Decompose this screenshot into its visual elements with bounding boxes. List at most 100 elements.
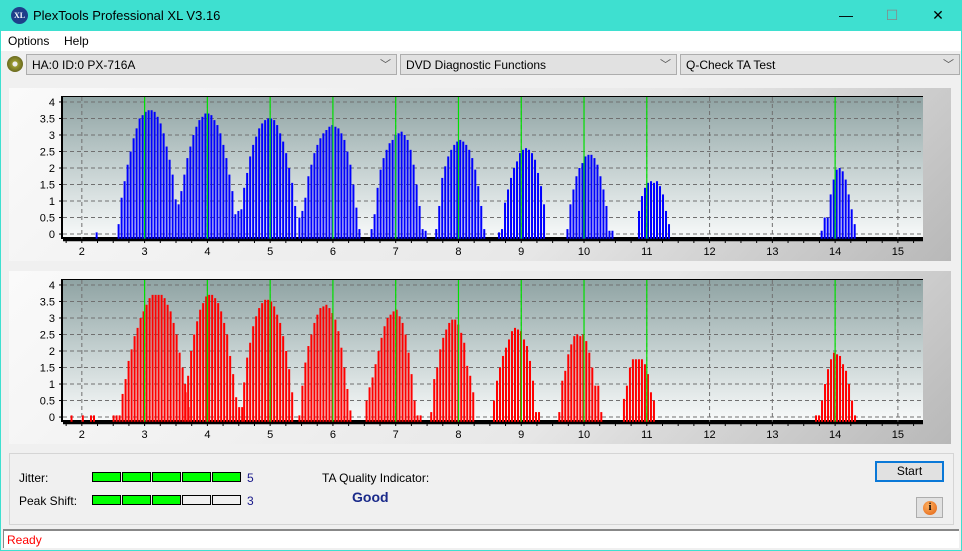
histogram-bar <box>389 314 392 422</box>
histogram-bar <box>844 179 847 239</box>
histogram-bar <box>824 384 827 422</box>
histogram-bar <box>829 194 832 239</box>
histogram-bar <box>400 131 403 239</box>
histogram-bar <box>70 415 73 422</box>
histogram-bar <box>370 229 373 239</box>
histogram-bar <box>175 334 178 422</box>
x-tick-label: 7 <box>393 429 399 441</box>
test-select[interactable]: Q-Check TA Test ﹀ <box>680 54 960 75</box>
histogram-bar <box>409 149 412 239</box>
histogram-bar <box>178 352 181 422</box>
histogram-bar <box>368 387 371 422</box>
histogram-bar <box>430 412 433 422</box>
histogram-bar <box>416 415 419 422</box>
histogram-bar <box>531 153 534 239</box>
histogram-bar <box>379 169 382 239</box>
histogram-bar <box>602 189 605 239</box>
histogram-bar <box>468 149 471 239</box>
y-tick-label: 2 <box>49 346 55 358</box>
histogram-bar <box>343 139 346 239</box>
maximize-button[interactable]: ☐ <box>869 0 915 31</box>
meter-segment <box>212 495 241 505</box>
histogram-bar <box>159 123 162 239</box>
histogram-bar <box>516 161 519 239</box>
histogram-bar <box>126 164 129 239</box>
histogram-bar <box>136 327 139 422</box>
histogram-bar <box>246 357 249 422</box>
x-tick-label: 9 <box>518 429 524 441</box>
groove-chart: 0 0.5 1 1.5 2 2.5 3 3.5 4 2 3 4 5 6 7 8 9 10 11 12 13 14 15 <box>9 271 951 444</box>
histogram-bar <box>112 415 115 422</box>
menu-options[interactable]: Options <box>8 34 49 48</box>
histogram-bar <box>510 177 513 239</box>
histogram-bar <box>608 230 611 239</box>
histogram-bar <box>124 379 127 422</box>
histogram-bar <box>421 229 424 239</box>
histogram-bar <box>572 189 575 239</box>
histogram-bar <box>406 139 409 239</box>
ta-quality-value: Good <box>352 489 389 505</box>
histogram-bar <box>656 181 659 239</box>
histogram-bar <box>576 334 579 422</box>
histogram-bar <box>385 149 388 239</box>
histogram-bar <box>625 385 628 422</box>
histogram-bar <box>628 367 631 422</box>
x-tick-label: 11 <box>641 246 652 258</box>
land-chart: 0 0.5 1 1.5 2 2.5 3 3.5 4 2 3 4 5 6 7 8 9 10 11 12 13 14 15 <box>9 88 951 261</box>
histogram-bar <box>252 326 255 422</box>
histogram-bar <box>151 294 154 422</box>
peak-shift-value: 3 <box>247 494 254 508</box>
histogram-bar <box>307 346 310 422</box>
function-select[interactable]: DVD Diagnostic Functions ﹀ <box>400 54 677 75</box>
drive-select[interactable]: HA:0 ID:0 PX-716A ﹀ <box>26 54 397 75</box>
histogram-bar <box>160 294 163 422</box>
meter-segment <box>212 472 241 482</box>
menu-help[interactable]: Help <box>64 34 89 48</box>
histogram-bar <box>92 415 95 422</box>
x-tick-label: 15 <box>892 246 904 258</box>
histogram-bar <box>217 303 220 422</box>
histogram-bar <box>398 316 401 422</box>
x-tick-label: 11 <box>641 429 652 441</box>
histogram-bar <box>511 331 514 422</box>
histogram-bar <box>220 311 223 422</box>
drive-select-value: HA:0 ID:0 PX-716A <box>32 58 136 72</box>
histogram-bar <box>640 359 643 422</box>
histogram-bar <box>820 230 823 239</box>
histogram-bar <box>566 229 569 239</box>
info-button[interactable]: i <box>916 497 943 518</box>
histogram-bar <box>845 370 848 422</box>
histogram-bar <box>202 303 205 422</box>
histogram-bar <box>273 306 276 422</box>
histogram-bar <box>156 116 159 239</box>
y-tick-label: 3.5 <box>40 296 55 308</box>
histogram-bar <box>190 351 193 422</box>
histogram-bar <box>447 156 450 239</box>
histogram-bar <box>234 214 237 239</box>
histogram-bar <box>581 163 584 239</box>
histogram-bar <box>183 174 186 239</box>
histogram-bar <box>564 370 567 422</box>
histogram-bar <box>483 229 486 239</box>
histogram-bar <box>118 415 121 422</box>
start-button[interactable]: Start <box>875 461 944 482</box>
meter-segment <box>152 472 181 482</box>
histogram-bar <box>374 364 377 422</box>
histogram-bar <box>180 191 183 239</box>
histogram-bar <box>567 354 570 422</box>
histogram-bar <box>451 319 454 422</box>
histogram-bar <box>168 159 171 239</box>
histogram-bar <box>258 308 261 422</box>
histogram-bar <box>154 294 157 422</box>
close-button[interactable]: ✕ <box>915 0 961 31</box>
histogram-bar <box>291 182 294 239</box>
histogram-bar <box>237 210 240 239</box>
histogram-bar <box>288 168 291 239</box>
minimize-button[interactable]: — <box>823 0 869 31</box>
histogram-bar <box>508 339 511 422</box>
histogram-bar <box>219 133 222 239</box>
histogram-bar <box>397 133 400 239</box>
histogram-bar <box>228 174 231 239</box>
x-tick-label: 4 <box>204 429 210 441</box>
histogram-bar <box>499 367 502 422</box>
